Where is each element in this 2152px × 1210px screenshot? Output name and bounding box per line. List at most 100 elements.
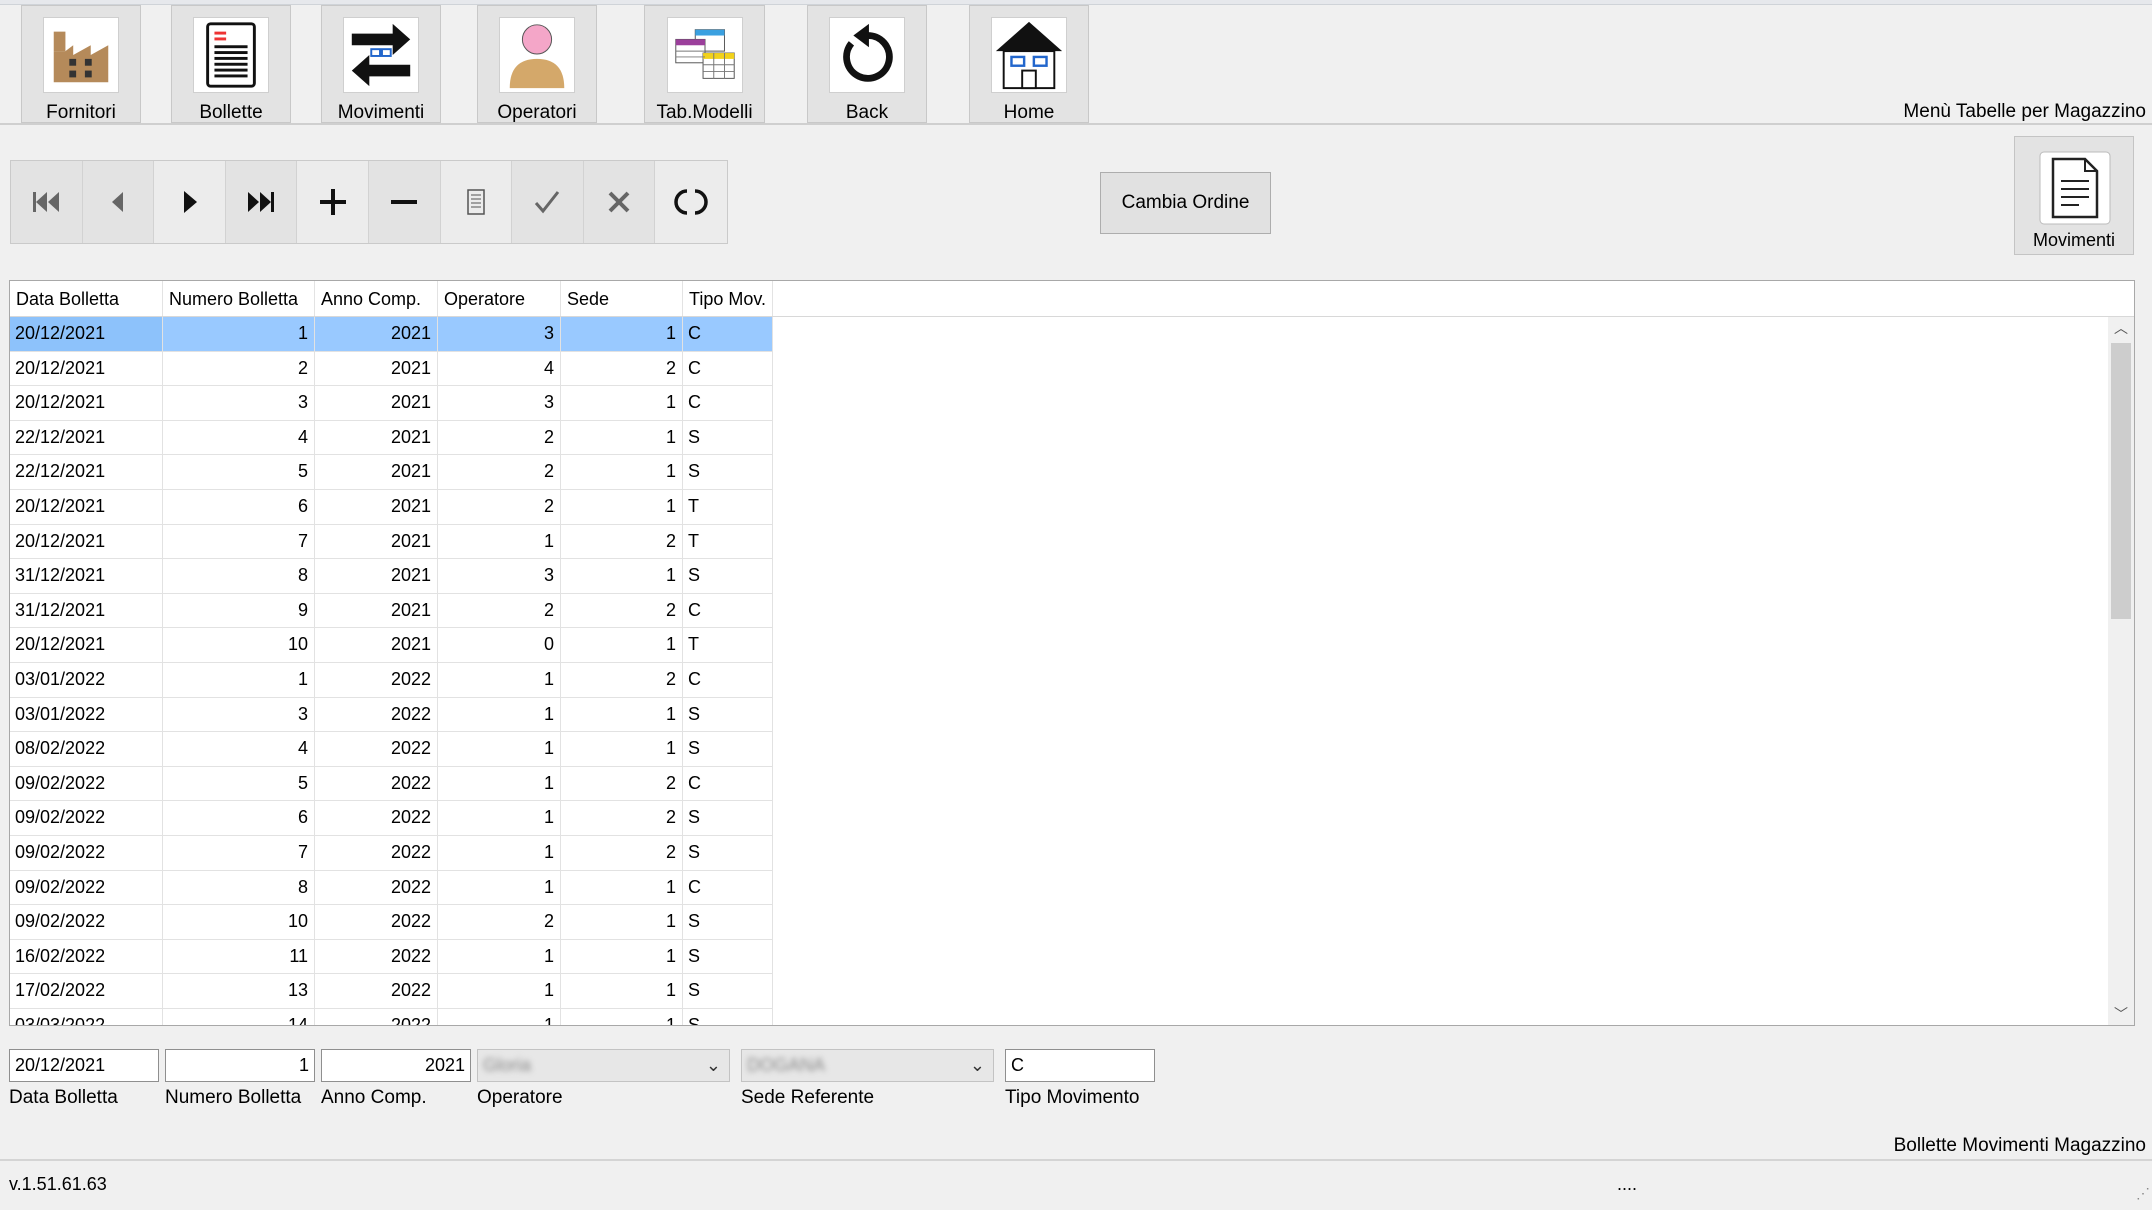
cell-numero-bolletta[interactable]: 13	[163, 974, 315, 1009]
cell-data-bolletta[interactable]: 03/03/2022	[10, 1008, 163, 1025]
cell-data-bolletta[interactable]: 20/12/2021	[10, 386, 163, 421]
cell-tipo-mov[interactable]: S	[683, 697, 773, 733]
column-header-sede[interactable]: Sede	[561, 281, 683, 316]
column-header-tipo-mov[interactable]: Tipo Mov.	[683, 281, 773, 316]
cell-data-bolletta[interactable]: 20/12/2021	[10, 524, 163, 560]
cell-tipo-mov[interactable]: S	[683, 455, 773, 490]
cell-data-bolletta[interactable]: 20/12/2021	[10, 351, 163, 387]
cell-anno-comp[interactable]: 2022	[315, 697, 438, 733]
cell-tipo-mov[interactable]: C	[683, 870, 773, 906]
cell-operatore[interactable]: 1	[438, 870, 561, 906]
cancel-button[interactable]	[584, 161, 656, 243]
cell-numero-bolletta[interactable]: 9	[163, 593, 315, 629]
scrollbar-thumb[interactable]	[2111, 343, 2131, 619]
cell-anno-comp[interactable]: 2022	[315, 732, 438, 767]
cell-sede[interactable]: 1	[561, 489, 683, 525]
cell-tipo-mov[interactable]: S	[683, 939, 773, 975]
cell-operatore[interactable]: 1	[438, 1008, 561, 1025]
cell-data-bolletta[interactable]: 17/02/2022	[10, 974, 163, 1009]
cell-sede[interactable]: 1	[561, 455, 683, 490]
cell-operatore[interactable]: 1	[438, 524, 561, 560]
back-button[interactable]: Back	[807, 5, 927, 123]
cell-tipo-mov[interactable]: S	[683, 732, 773, 767]
cell-anno-comp[interactable]: 2022	[315, 939, 438, 975]
movimenti-toolbar-button[interactable]: Movimenti	[321, 5, 441, 123]
cell-sede[interactable]: 1	[561, 870, 683, 906]
cell-tipo-mov[interactable]: S	[683, 835, 773, 871]
cell-data-bolletta[interactable]: 09/02/2022	[10, 766, 163, 802]
cell-data-bolletta[interactable]: 31/12/2021	[10, 593, 163, 629]
cell-sede[interactable]: 1	[561, 628, 683, 663]
cell-numero-bolletta[interactable]: 7	[163, 835, 315, 871]
cell-operatore[interactable]: 1	[438, 974, 561, 1009]
cell-operatore[interactable]: 3	[438, 559, 561, 594]
cell-sede[interactable]: 2	[561, 593, 683, 629]
cell-data-bolletta[interactable]: 16/02/2022	[10, 939, 163, 975]
cell-sede[interactable]: 1	[561, 1008, 683, 1025]
cell-operatore[interactable]: 3	[438, 317, 561, 352]
cell-sede[interactable]: 1	[561, 732, 683, 767]
numero-bolletta-field[interactable]: 1	[165, 1049, 315, 1082]
cell-operatore[interactable]: 0	[438, 628, 561, 663]
edit-record-button[interactable]	[440, 161, 513, 243]
cell-operatore[interactable]: 1	[438, 766, 561, 802]
anno-comp-field[interactable]: 2021	[321, 1049, 471, 1082]
cell-anno-comp[interactable]: 2022	[315, 835, 438, 871]
cell-tipo-mov[interactable]: S	[683, 559, 773, 594]
cell-operatore[interactable]: 1	[438, 939, 561, 975]
cell-tipo-mov[interactable]: S	[683, 1008, 773, 1025]
cell-operatore[interactable]: 2	[438, 489, 561, 525]
cell-sede[interactable]: 1	[561, 386, 683, 421]
sede-referente-select[interactable]: DOGANA ⌄	[741, 1049, 994, 1082]
cell-anno-comp[interactable]: 2021	[315, 317, 438, 352]
cell-tipo-mov[interactable]: T	[683, 489, 773, 525]
cell-anno-comp[interactable]: 2021	[315, 351, 438, 387]
cell-tipo-mov[interactable]: T	[683, 524, 773, 560]
cell-operatore[interactable]: 1	[438, 801, 561, 836]
cell-tipo-mov[interactable]: S	[683, 801, 773, 836]
cell-sede[interactable]: 2	[561, 801, 683, 836]
cell-numero-bolletta[interactable]: 11	[163, 939, 315, 975]
cell-numero-bolletta[interactable]: 3	[163, 386, 315, 421]
cell-sede[interactable]: 2	[561, 766, 683, 802]
bollette-grid[interactable]: Data Bolletta Numero Bolletta Anno Comp.…	[9, 280, 2135, 1026]
cell-operatore[interactable]: 2	[438, 593, 561, 629]
cell-sede[interactable]: 1	[561, 420, 683, 456]
cell-numero-bolletta[interactable]: 8	[163, 870, 315, 906]
cell-data-bolletta[interactable]: 22/12/2021	[10, 455, 163, 490]
cell-data-bolletta[interactable]: 09/02/2022	[10, 801, 163, 836]
cell-anno-comp[interactable]: 2022	[315, 801, 438, 836]
scroll-down-icon[interactable]: ﹀	[2108, 1003, 2134, 1025]
cell-data-bolletta[interactable]: 03/01/2022	[10, 662, 163, 698]
cell-data-bolletta[interactable]: 09/02/2022	[10, 870, 163, 906]
movimenti-button[interactable]: Movimenti	[2014, 136, 2134, 255]
cell-anno-comp[interactable]: 2021	[315, 420, 438, 456]
cell-anno-comp[interactable]: 2022	[315, 766, 438, 802]
cell-tipo-mov[interactable]: C	[683, 386, 773, 421]
cell-operatore[interactable]: 3	[438, 386, 561, 421]
cell-tipo-mov[interactable]: C	[683, 317, 773, 352]
fornitori-button[interactable]: Fornitori	[21, 5, 141, 123]
next-record-button[interactable]	[154, 161, 226, 243]
column-header-anno-comp[interactable]: Anno Comp.	[315, 281, 438, 316]
last-record-button[interactable]	[226, 161, 298, 243]
cell-anno-comp[interactable]: 2021	[315, 386, 438, 421]
tipo-movimento-field[interactable]: C	[1005, 1049, 1155, 1082]
cell-numero-bolletta[interactable]: 1	[163, 317, 315, 352]
cell-data-bolletta[interactable]: 08/02/2022	[10, 732, 163, 767]
cell-tipo-mov[interactable]: C	[683, 351, 773, 387]
operatori-button[interactable]: Operatori	[477, 5, 597, 123]
cell-sede[interactable]: 1	[561, 559, 683, 594]
first-record-button[interactable]	[11, 161, 83, 243]
previous-record-button[interactable]	[83, 161, 155, 243]
cell-operatore[interactable]: 1	[438, 662, 561, 698]
cell-sede[interactable]: 2	[561, 351, 683, 387]
cell-sede[interactable]: 1	[561, 974, 683, 1009]
cell-operatore[interactable]: 1	[438, 835, 561, 871]
cell-sede[interactable]: 1	[561, 697, 683, 733]
operatore-select[interactable]: Gloria ⌄	[477, 1049, 730, 1082]
cell-tipo-mov[interactable]: C	[683, 662, 773, 698]
cell-numero-bolletta[interactable]: 3	[163, 697, 315, 733]
cell-data-bolletta[interactable]: 09/02/2022	[10, 905, 163, 940]
cell-operatore[interactable]: 1	[438, 697, 561, 733]
